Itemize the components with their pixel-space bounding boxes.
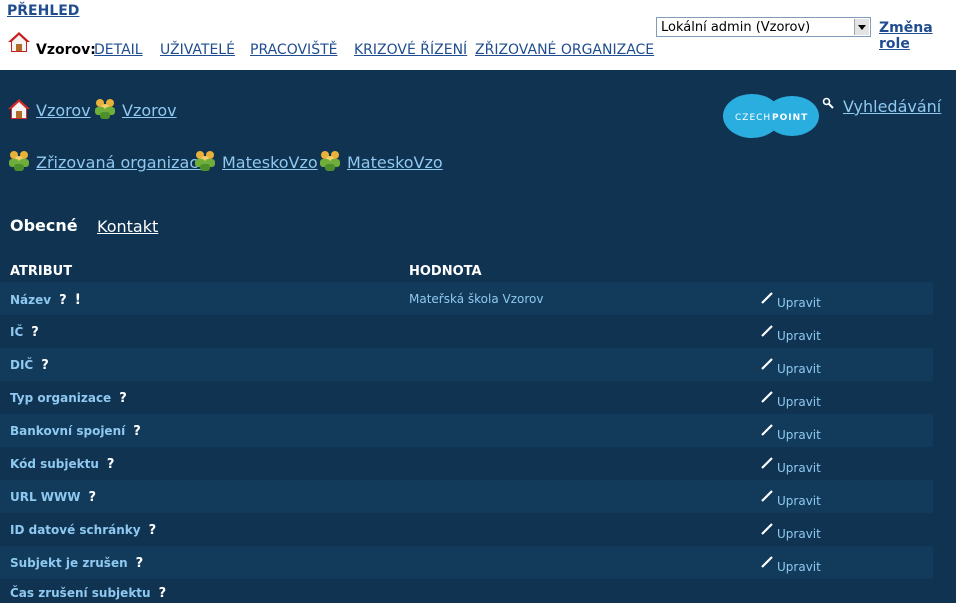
pencil-icon	[761, 490, 773, 502]
home-icon	[8, 99, 30, 119]
attribute-name[interactable]: Čas zrušení subjektu	[10, 586, 151, 600]
column-header-value: HODNOTA	[409, 264, 482, 279]
help-icon[interactable]: ?	[159, 586, 167, 601]
home-icon	[8, 32, 30, 52]
nav-detail[interactable]: DETAIL	[94, 42, 143, 58]
people-icon	[9, 151, 29, 171]
logo-text-point: POINT	[772, 113, 808, 123]
edit-label: Upravit	[777, 560, 821, 574]
help-icon[interactable]: ?	[59, 293, 67, 308]
attribute-name[interactable]: URL WWW	[10, 490, 81, 504]
edit-label: Upravit	[777, 395, 821, 409]
help-icon[interactable]: ?	[133, 424, 141, 439]
edit-label: Upravit	[777, 494, 821, 508]
table-row: Název?! Mateřská škola Vzorov Upravit	[0, 282, 933, 315]
pencil-icon	[761, 523, 773, 535]
people-icon	[95, 99, 115, 119]
edit-label: Upravit	[777, 296, 821, 310]
help-icon[interactable]: ?	[107, 457, 115, 472]
top-bar: PŘEHLED Vzorov: DETAIL UŽIVATELÉ PRACOVI…	[0, 0, 956, 70]
table-row: DIČ? Upravit	[0, 348, 933, 381]
attribute-name[interactable]: DIČ	[10, 358, 33, 372]
table-row: Čas zrušení subjektu?	[0, 579, 933, 603]
pencil-icon	[761, 358, 773, 370]
edit-label: Upravit	[777, 362, 821, 376]
attribute-name[interactable]: Subjekt je zrušen	[10, 556, 128, 570]
context-label: Vzorov:	[36, 42, 96, 58]
change-role-link[interactable]: Změna role	[879, 20, 956, 52]
people-icon	[320, 151, 340, 171]
nav-workplaces[interactable]: PRACOVIŠTĚ	[250, 42, 337, 58]
edit-label: Upravit	[777, 461, 821, 475]
attribute-name[interactable]: Bankovní spojení	[10, 424, 125, 438]
nav-established-organizations[interactable]: ZŘIZOVANÉ ORGANIZACE	[475, 42, 654, 58]
help-icon[interactable]: ?	[41, 358, 49, 373]
attribute-value[interactable]: Mateřská škola Vzorov	[409, 292, 543, 306]
search-link[interactable]: Vyhledávání	[843, 97, 941, 116]
tab-general[interactable]: Obecné	[10, 216, 78, 235]
table-row: Subjekt je zrušen? Upravit	[0, 546, 933, 579]
help-icon[interactable]: ?	[149, 523, 157, 538]
nav-crisis-management[interactable]: KRIZOVÉ ŘÍZENÍ	[354, 42, 467, 58]
nav-users[interactable]: UŽIVATELÉ	[160, 42, 235, 58]
pencil-icon	[761, 457, 773, 469]
table-row: Kód subjektu? Upravit	[0, 447, 933, 480]
role-select-value: Lokální admin (Vzorov)	[661, 20, 811, 35]
breadcrumb-office[interactable]: Vzorov	[122, 101, 177, 120]
logo-text-czech: CZECH	[735, 113, 771, 123]
pencil-icon	[761, 292, 773, 304]
breadcrumb-organization-2[interactable]: MateskoVzo	[347, 153, 443, 172]
table-row: IČ? Upravit	[0, 315, 933, 348]
table-row: Typ organizace? Upravit	[0, 381, 933, 414]
help-icon[interactable]: ?	[89, 490, 97, 505]
help-icon[interactable]: ?	[136, 556, 144, 571]
pencil-icon	[761, 391, 773, 403]
required-icon: !	[74, 292, 82, 308]
edit-label: Upravit	[777, 329, 821, 343]
breadcrumb-municipality[interactable]: Vzorov	[36, 101, 91, 120]
role-select[interactable]: Lokální admin (Vzorov)	[656, 17, 871, 37]
search-icon	[822, 97, 834, 109]
pencil-icon	[761, 325, 773, 337]
edit-label: Upravit	[777, 428, 821, 442]
breadcrumb-established-organization[interactable]: Zřizovaná organizace	[36, 153, 208, 172]
overview-link[interactable]: PŘEHLED	[7, 3, 79, 19]
tab-contact[interactable]: Kontakt	[97, 217, 158, 236]
chevron-down-icon[interactable]	[854, 19, 869, 35]
help-icon[interactable]: ?	[119, 391, 127, 406]
breadcrumb-organization-1[interactable]: MateskoVzo	[222, 153, 318, 172]
table-row: ID datové schránky? Upravit	[0, 513, 933, 546]
column-header-attribute: ATRIBUT	[10, 264, 73, 279]
attribute-name[interactable]: Kód subjektu	[10, 457, 99, 471]
attribute-name[interactable]: IČ	[10, 325, 23, 339]
edit-label: Upravit	[777, 527, 821, 541]
people-icon	[195, 151, 215, 171]
attribute-name[interactable]: Typ organizace	[10, 391, 111, 405]
attribute-name[interactable]: Název	[10, 293, 51, 307]
pencil-icon	[761, 556, 773, 568]
table-row: URL WWW? Upravit	[0, 480, 933, 513]
czechpoint-logo: CZECH POINT	[723, 94, 819, 138]
table-row: Bankovní spojení? Upravit	[0, 414, 933, 447]
help-icon[interactable]: ?	[31, 325, 39, 340]
attribute-name[interactable]: ID datové schránky	[10, 523, 141, 537]
pencil-icon	[761, 424, 773, 436]
